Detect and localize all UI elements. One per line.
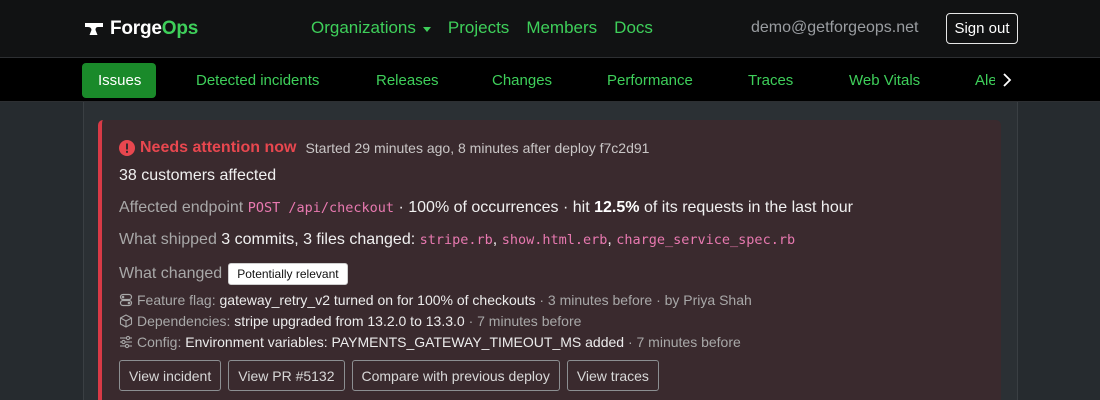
alert-circle-icon — [119, 140, 135, 156]
incident-headline: Needs attention now Started 29 minutes a… — [119, 139, 649, 157]
nav-organizations[interactable]: Organizations — [311, 18, 431, 38]
what-changed: What changed Potentially relevant — [119, 263, 348, 285]
nav-docs[interactable]: Docs — [614, 18, 653, 38]
file-link[interactable]: show.html.erb — [502, 232, 608, 248]
package-icon — [119, 314, 133, 328]
change-feature-flag: Feature flag: gateway_retry_v2 turned on… — [119, 292, 752, 308]
incident-meta: Started 29 minutes ago, 8 minutes after … — [305, 140, 650, 156]
view-incident-button[interactable]: View incident — [119, 360, 222, 391]
endpoint-hit-percent: 12.5% — [594, 199, 640, 216]
change-dependencies: Dependencies: stripe upgraded from 13.2.… — [119, 313, 581, 329]
top-bar: ForgeOps Organizations Projects Members … — [0, 0, 1100, 57]
brand-name: ForgeOps — [110, 18, 199, 39]
tab-issues[interactable]: Issues — [82, 63, 156, 98]
customers-affected: 38 customers affected — [119, 167, 277, 184]
change-config: Config: Environment variables: PAYMENTS_… — [119, 334, 741, 350]
toggle-icon — [119, 293, 133, 307]
nav-members[interactable]: Members — [526, 18, 597, 38]
main-nav: Organizations Projects Members Docs — [311, 18, 670, 38]
tab-releases[interactable]: Releases — [376, 63, 439, 98]
nav-projects[interactable]: Projects — [448, 18, 509, 38]
tab-changes[interactable]: Changes — [492, 63, 552, 98]
tab-detected-incidents[interactable]: Detected incidents — [196, 63, 319, 98]
relevance-badge: Potentially relevant — [228, 263, 348, 285]
sign-out-button[interactable]: Sign out — [946, 13, 1018, 44]
brand-logo[interactable]: ForgeOps — [84, 18, 198, 40]
view-pr-button[interactable]: View PR #5132 — [228, 360, 345, 391]
project-tabs: Issues Detected incidents Releases Chang… — [0, 57, 1100, 102]
endpoint-code: POST /api/checkout — [247, 200, 395, 216]
caret-down-icon — [422, 26, 431, 32]
file-link[interactable]: charge_service_spec.rb — [616, 232, 795, 248]
incident-title: Needs attention now — [140, 139, 297, 156]
tab-web-vitals[interactable]: Web Vitals — [849, 63, 920, 98]
file-link[interactable]: stripe.rb — [420, 232, 493, 248]
incident-alert-card — [98, 120, 1001, 400]
incident-actions: View incident View PR #5132 Compare with… — [119, 360, 666, 391]
view-traces-button[interactable]: View traces — [566, 360, 659, 391]
compare-deploy-button[interactable]: Compare with previous deploy — [351, 360, 560, 391]
anvil-icon — [85, 23, 103, 35]
tab-traces[interactable]: Traces — [748, 63, 793, 98]
tab-alerts-truncated[interactable]: Ale — [975, 63, 997, 98]
chevron-right-icon[interactable] — [1000, 72, 1014, 88]
tab-performance[interactable]: Performance — [607, 63, 693, 98]
user-email: demo@getforgeops.net — [751, 19, 919, 36]
affected-endpoint: Affected endpoint POST /api/checkout · 1… — [119, 199, 853, 216]
what-shipped: What shipped 3 commits, 3 files changed:… — [119, 231, 796, 248]
sliders-icon — [120, 335, 132, 349]
